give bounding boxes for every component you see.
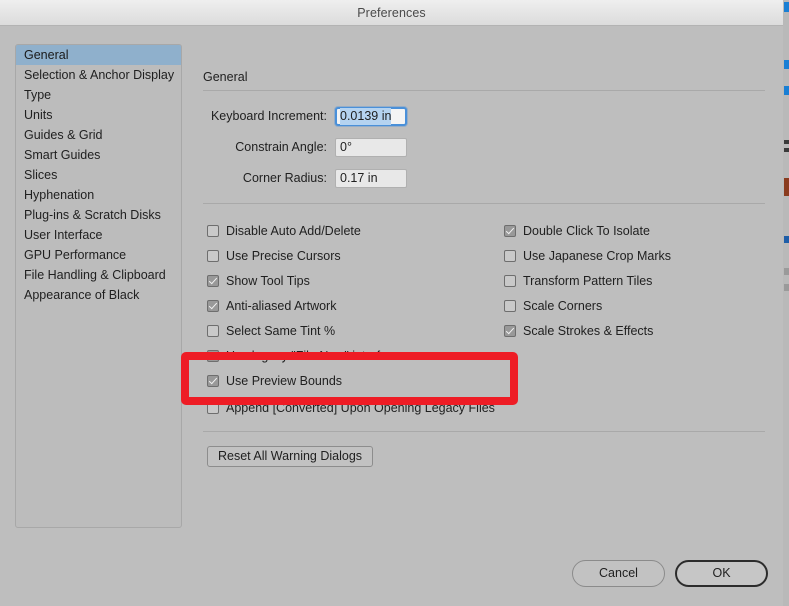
option-row-scale-strokes-effects[interactable]: Scale Strokes & Effects [504, 318, 671, 343]
checkbox-label-disable-auto-add-delete: Disable Auto Add/Delete [226, 223, 361, 238]
option-row-transform-pattern-tiles[interactable]: Transform Pattern Tiles [504, 268, 671, 293]
checkbox-show-tool-tips[interactable] [207, 274, 219, 287]
options-column-left: Disable Auto Add/Delete Use Precise Curso… [207, 218, 400, 393]
sidebar-item-hyphenation[interactable]: Hyphenation [16, 185, 181, 205]
append-converted-checkbox[interactable] [207, 402, 219, 414]
checkbox-use-japanese-crop-marks[interactable] [504, 249, 516, 262]
constrain-angle-input[interactable]: 0° [335, 137, 407, 157]
checkbox-use-precise-cursors[interactable] [207, 249, 219, 262]
dialog-body: General Selection & Anchor Display Type Uni… [0, 26, 783, 606]
option-row-use-precise-cursors[interactable]: Use Precise Cursors [207, 243, 400, 268]
separator-top [203, 90, 765, 91]
append-converted-label: Append [Converted] Upon Opening Legacy F… [226, 401, 495, 415]
checkbox-select-same-tint[interactable] [207, 324, 219, 337]
cancel-button[interactable]: Cancel [572, 560, 665, 587]
keyboard-increment-label: Keyboard Increment: [210, 109, 327, 123]
option-row-scale-corners[interactable]: Scale Corners [504, 293, 671, 318]
constrain-angle-row: Constrain Angle: 0° [203, 137, 407, 157]
dialog-title: Preferences [357, 5, 426, 20]
checkbox-transform-pattern-tiles[interactable] [504, 274, 516, 287]
checkbox-label-show-tool-tips: Show Tool Tips [226, 273, 310, 288]
ok-button[interactable]: OK [675, 560, 768, 587]
sidebar-item-user-interface[interactable]: User Interface [16, 225, 181, 245]
options-column-right: Double Click To Isolate Use Japanese Crop… [504, 218, 671, 343]
option-row-use-preview-bounds[interactable]: Use Preview Bounds [207, 368, 400, 393]
sidebar-item-gpu-performance[interactable]: GPU Performance [16, 245, 181, 265]
checkbox-label-use-precise-cursors: Use Precise Cursors [226, 248, 341, 263]
append-converted-row[interactable]: Append [Converted] Upon Opening Legacy F… [207, 398, 495, 418]
option-row-use-japanese-crop-marks[interactable]: Use Japanese Crop Marks [504, 243, 671, 268]
checkbox-label-use-preview-bounds: Use Preview Bounds [226, 373, 343, 388]
preferences-category-list[interactable]: General Selection & Anchor Display Type Uni… [15, 44, 182, 528]
sidebar-item-units[interactable]: Units [16, 105, 181, 125]
sidebar-item-type[interactable]: Type [16, 85, 181, 105]
dialog-titlebar: Preferences [0, 0, 783, 26]
sidebar-item-general[interactable]: General [16, 45, 181, 65]
checkbox-use-legacy-file-new-interface[interactable] [207, 349, 219, 362]
separator-middle [203, 203, 765, 204]
constrain-angle-value: 0° [340, 139, 352, 154]
option-row-double-click-to-isolate[interactable]: Double Click To Isolate [504, 218, 671, 243]
option-row-use-legacy-file-new-interface[interactable]: Use legacy "File New" interface [207, 343, 400, 368]
checkbox-label-anti-aliased-artwork: Anti-aliased Artwork [226, 298, 337, 313]
screenshot-root: Preferences General Selection & Anchor Di… [0, 0, 789, 606]
checkbox-label-select-same-tint: Select Same Tint % [226, 323, 336, 338]
background-window-sliver [782, 0, 789, 606]
checkbox-label-use-japanese-crop-marks: Use Japanese Crop Marks [523, 248, 671, 263]
option-row-disable-auto-add-delete[interactable]: Disable Auto Add/Delete [207, 218, 400, 243]
reset-all-warning-dialogs-button[interactable]: Reset All Warning Dialogs [207, 446, 374, 467]
keyboard-increment-input[interactable]: 0.0139 in [335, 106, 407, 126]
keyboard-increment-value: 0.0139 in [340, 107, 392, 125]
corner-radius-row: Corner Radius: 0.17 in [203, 168, 407, 188]
checkbox-label-double-click-to-isolate: Double Click To Isolate [523, 223, 650, 238]
preferences-pane: General Keyboard Increment: 0.0139 in Co… [203, 26, 768, 606]
dialog-footer: Cancel OK [572, 560, 768, 587]
checkbox-double-click-to-isolate[interactable] [504, 224, 516, 237]
preferences-dialog: Preferences General Selection & Anchor Di… [0, 0, 783, 606]
constrain-angle-label: Constrain Angle: [235, 140, 327, 154]
checkbox-scale-strokes-effects[interactable] [504, 324, 516, 337]
checkbox-label-transform-pattern-tiles: Transform Pattern Tiles [523, 273, 653, 288]
checkbox-disable-auto-add-delete[interactable] [207, 224, 219, 237]
sidebar-item-plug-ins-scratch-disks[interactable]: Plug-ins & Scratch Disks [16, 205, 181, 225]
option-row-show-tool-tips[interactable]: Show Tool Tips [207, 268, 400, 293]
sidebar-item-file-handling-clipboard[interactable]: File Handling & Clipboard [16, 265, 181, 285]
sidebar-item-guides-grid[interactable]: Guides & Grid [16, 125, 181, 145]
keyboard-increment-row: Keyboard Increment: 0.0139 in [203, 106, 407, 126]
checkbox-label-scale-strokes-effects: Scale Strokes & Effects [523, 323, 654, 338]
checkbox-label-scale-corners: Scale Corners [523, 298, 603, 313]
sidebar-item-slices[interactable]: Slices [16, 165, 181, 185]
option-row-anti-aliased-artwork[interactable]: Anti-aliased Artwork [207, 293, 400, 318]
sidebar-item-smart-guides[interactable]: Smart Guides [16, 145, 181, 165]
corner-radius-label: Corner Radius: [242, 171, 327, 185]
option-row-select-same-tint[interactable]: Select Same Tint % [207, 318, 400, 343]
checkbox-scale-corners[interactable] [504, 299, 516, 312]
corner-radius-value: 0.17 in [340, 170, 378, 185]
pane-title: General [203, 70, 248, 84]
corner-radius-input[interactable]: 0.17 in [335, 168, 407, 188]
separator-bottom [203, 431, 765, 432]
checkbox-use-preview-bounds[interactable] [207, 374, 219, 387]
checkbox-anti-aliased-artwork[interactable] [207, 299, 219, 312]
sidebar-item-appearance-of-black[interactable]: Appearance of Black [16, 285, 181, 305]
checkbox-label-use-legacy-file-new-interface: Use legacy "File New" interface [226, 348, 401, 363]
sidebar-item-selection-anchor-display[interactable]: Selection & Anchor Display [16, 65, 181, 85]
